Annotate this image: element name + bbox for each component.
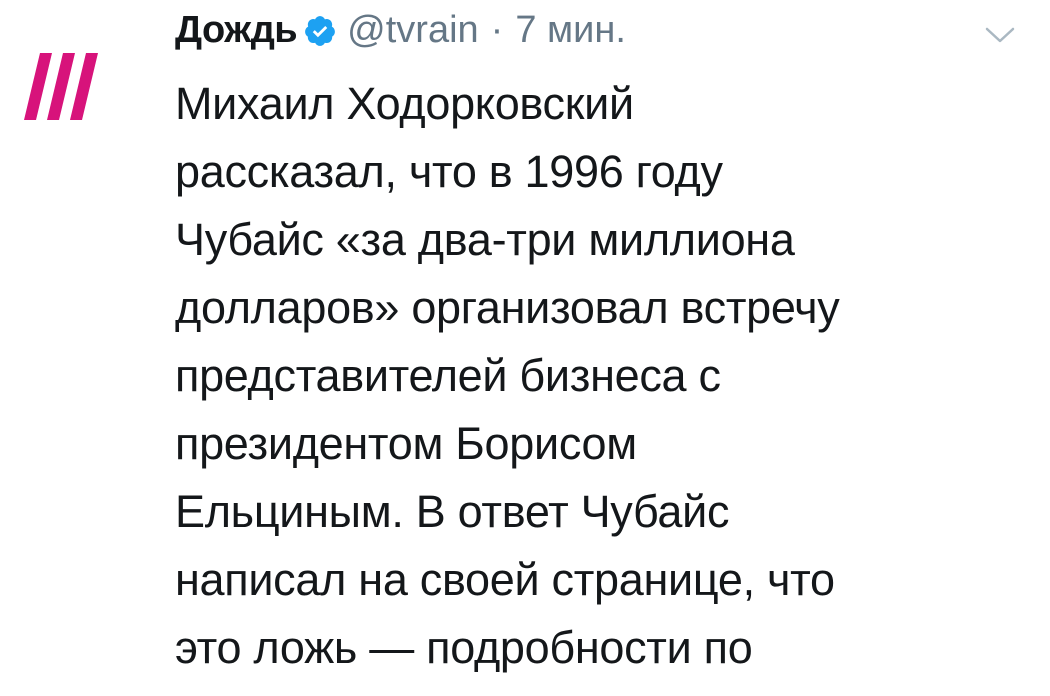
tweet-text-line: написал на своей странице, что xyxy=(175,554,835,605)
verified-badge-icon xyxy=(305,16,336,46)
separator-dot: · xyxy=(490,8,504,51)
tweet-timestamp[interactable]: 7 мин. xyxy=(515,9,626,52)
tweet-text-line: рассказал, что в 1996 году xyxy=(175,146,723,197)
tweet-text-line: Ельциным. В ответ Чубайс xyxy=(175,486,730,537)
chevron-down-icon[interactable] xyxy=(985,26,1015,44)
author-handle[interactable]: @tvrain xyxy=(347,9,479,52)
tweet-text-line: президентом Борисом xyxy=(175,418,637,469)
tweet-text: Михаил Ходорковский рассказал, что в 199… xyxy=(175,70,1015,682)
tweet-text-line: долларов» организовал встречу xyxy=(175,282,840,333)
author-display-name[interactable]: Дождь xyxy=(175,9,298,52)
tweet-text-line: Михаил Ходорковский xyxy=(175,78,634,129)
tweet-header: Дождь @tvrain · 7 мин. xyxy=(175,0,626,60)
tweet: Дождь @tvrain · 7 мин. Михаил Ходорковск… xyxy=(0,0,1050,696)
tweet-text-line: Чубайс «за два-три миллиона xyxy=(175,214,795,265)
tweet-text-line: представителей бизнеса с xyxy=(175,350,721,401)
tvrain-logo-icon xyxy=(24,53,98,120)
avatar[interactable] xyxy=(0,10,140,150)
tweet-text-line: это ложь — подробности по xyxy=(175,622,753,673)
